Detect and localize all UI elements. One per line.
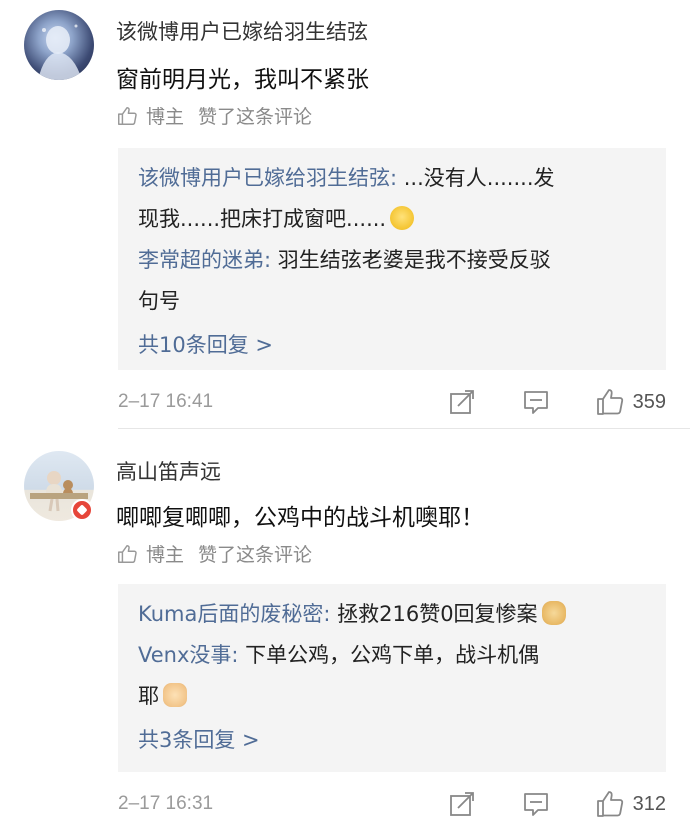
reply-text: 下单公鸡，公鸡下单，战斗机偶 [238, 643, 540, 667]
author-liked-row: 博主 赞了这条评论 [116, 540, 312, 567]
comment-text: 唧唧复唧唧，公鸡中的战斗机噢耶！ [116, 505, 484, 531]
reply-username[interactable]: 该微博用户已嫁给羽生结弦: [138, 166, 397, 190]
liked-by-author[interactable]: 博主 [146, 102, 184, 129]
like-button[interactable]: 312 [595, 789, 666, 819]
like-count: 312 [632, 792, 666, 815]
reply-item[interactable]: 该微博用户已嫁给羽生结弦: ...没有人.......发 现我......把床打… [138, 158, 646, 240]
comment-footer: 2–17 16:41 359 [118, 384, 666, 420]
share-icon[interactable] [447, 387, 477, 417]
thumbs-up-icon [596, 389, 623, 415]
reply-item[interactable]: Kuma后面的废秘密: 拯救216赞0回复惨案 [138, 594, 646, 635]
thumbs-up-icon [596, 791, 623, 817]
reply-username[interactable]: 李常超的迷弟: [138, 248, 271, 272]
comment-username[interactable]: 高山笛声远 [116, 456, 221, 486]
comment-actions: 359 [403, 387, 666, 417]
like-button[interactable]: 359 [595, 387, 666, 417]
comment-item: 高山笛声远 唧唧复唧唧，公鸡中的战斗机噢耶！ 博主 赞了这条评论 Kuma后面的… [0, 438, 690, 824]
reply-text: 拯救216赞0回复惨案 [330, 602, 538, 626]
reply-box: 该微博用户已嫁给羽生结弦: ...没有人.......发 现我......把床打… [118, 148, 666, 370]
comment-time: 2–17 16:31 [118, 793, 214, 814]
verified-badge-icon [71, 499, 93, 521]
thumbs-up-icon [118, 544, 137, 563]
divider [118, 428, 690, 429]
comment-actions: 312 [403, 789, 666, 819]
comment-item: 该微博用户已嫁给羽生结弦 窗前明月光，我叫不紧张 博主 赞了这条评论 该微博用户… [0, 0, 690, 430]
comment-icon[interactable] [521, 387, 551, 417]
peace-emoji-icon [163, 683, 187, 707]
comment-text: 窗前明月光，我叫不紧张 [116, 67, 369, 93]
liked-text: 赞了这条评论 [198, 106, 313, 128]
reply-text-cont: 句号 [138, 289, 180, 313]
liked-text: 赞了这条评论 [198, 544, 313, 566]
thumbs-up-icon [118, 106, 137, 125]
reply-text: ...没有人.......发 [397, 166, 555, 190]
author-liked-row: 博主 赞了这条评论 [116, 102, 312, 129]
avatar-image-icon [38, 24, 82, 80]
liked-by-author[interactable]: 博主 [146, 540, 184, 567]
comment-time: 2–17 16:41 [118, 391, 214, 412]
reply-box: Kuma后面的废秘密: 拯救216赞0回复惨案 Venx没事: 下单公鸡，公鸡下… [118, 584, 666, 772]
reply-text: 羽生结弦老婆是我不接受反驳 [271, 248, 551, 272]
comment-footer: 2–17 16:31 312 [118, 786, 666, 822]
comment-username[interactable]: 该微博用户已嫁给羽生结弦 [116, 16, 368, 46]
smile-emoji-icon [390, 206, 415, 230]
dog-emoji-icon [541, 601, 566, 625]
like-count: 359 [632, 390, 666, 413]
avatar[interactable] [24, 10, 94, 80]
more-replies-link[interactable]: 共3条回复 > [138, 717, 646, 763]
reply-item[interactable]: Venx没事: 下单公鸡，公鸡下单，战斗机偶 耶 [138, 635, 646, 717]
share-icon[interactable] [447, 789, 477, 819]
reply-text-cont: 现我......把床打成窗吧...... [138, 207, 387, 231]
more-replies-link[interactable]: 共10条回复 > [138, 322, 646, 368]
reply-username[interactable]: Kuma后面的废秘密: [138, 602, 330, 626]
reply-username[interactable]: Venx没事: [138, 643, 238, 667]
reply-item[interactable]: 李常超的迷弟: 羽生结弦老婆是我不接受反驳 句号 [138, 240, 646, 322]
reply-text-cont: 耶 [138, 684, 159, 708]
comment-icon[interactable] [521, 789, 551, 819]
